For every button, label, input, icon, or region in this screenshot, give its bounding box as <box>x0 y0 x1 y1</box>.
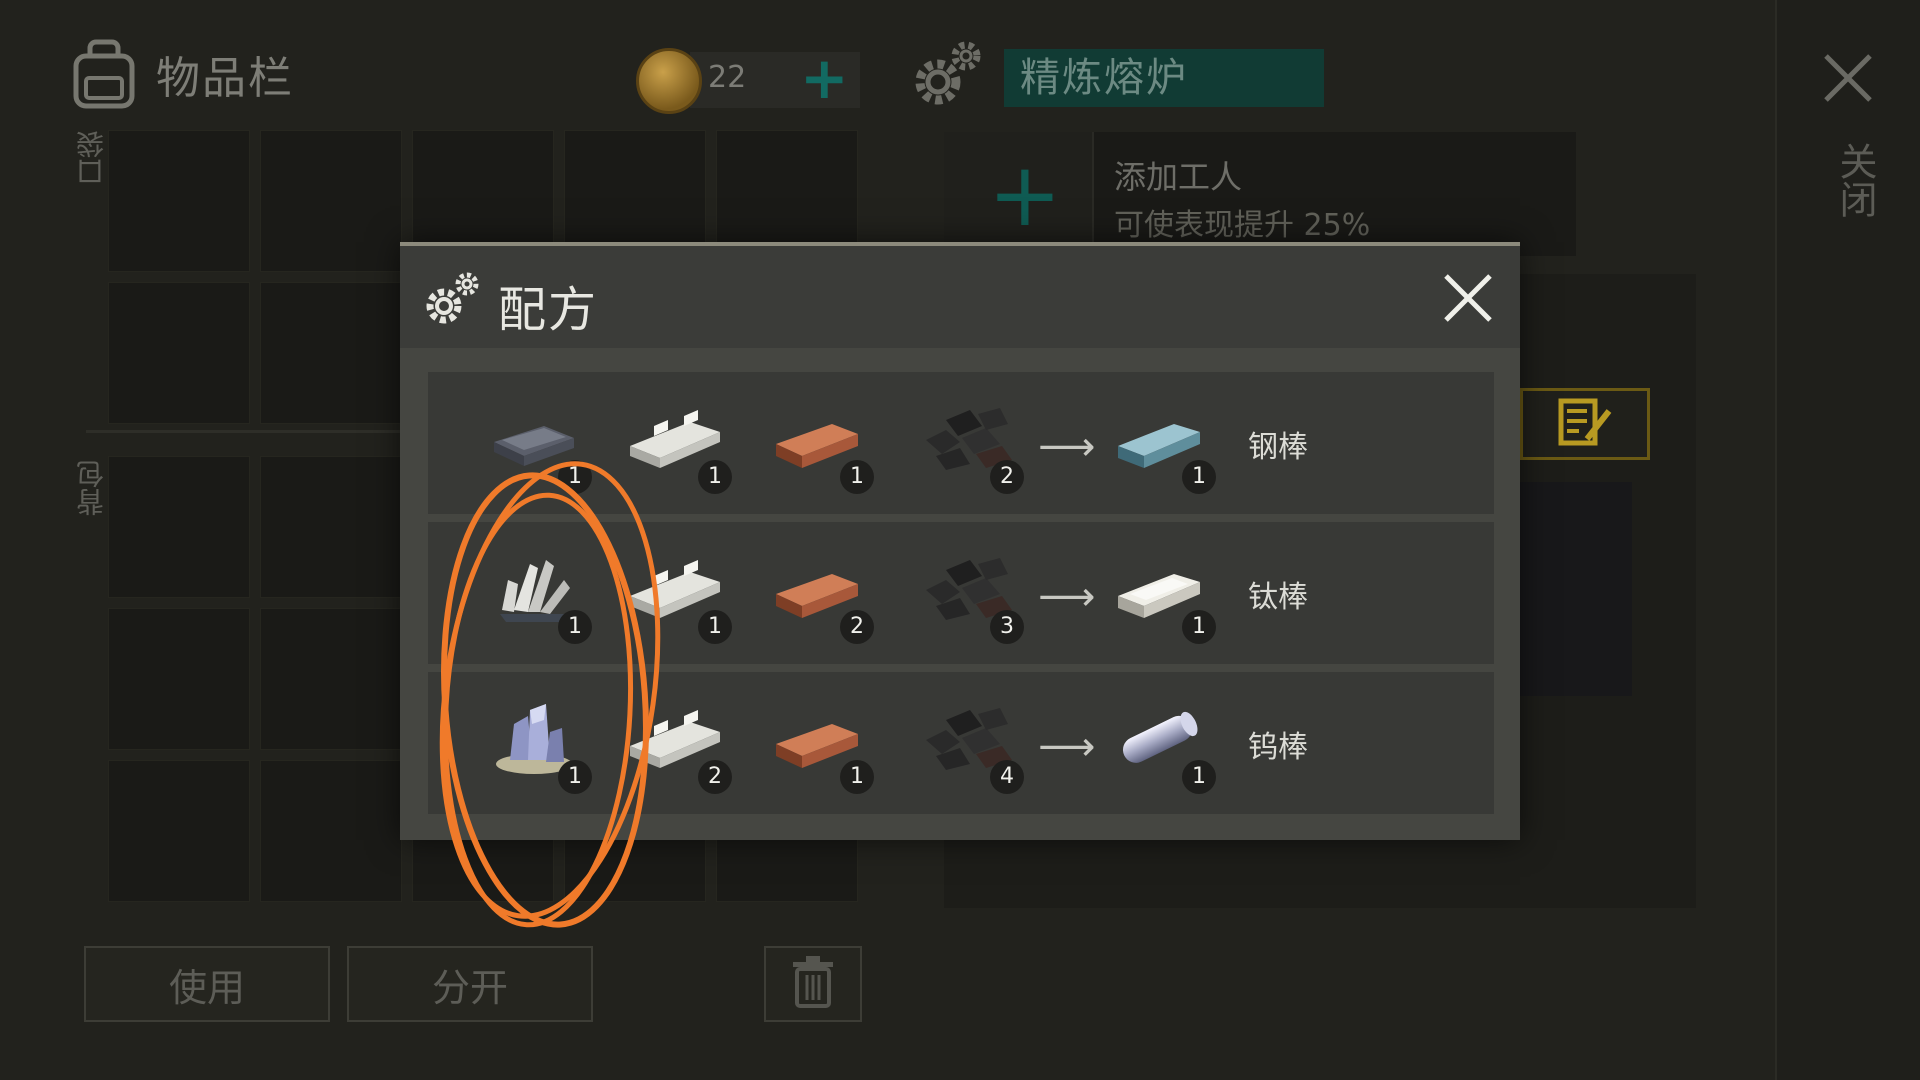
edit-note-icon <box>1557 397 1613 451</box>
delete-button[interactable] <box>764 946 862 1022</box>
copper-ingot-icon: 2 <box>766 540 876 644</box>
pocket-label: 口袋 <box>75 130 108 186</box>
inventory-slot[interactable] <box>260 456 402 598</box>
coal-icon: 4 <box>916 690 1026 794</box>
product-name: 钢棒 <box>1248 430 1308 465</box>
backpack-label: 背包 <box>75 460 108 516</box>
inventory-slot[interactable] <box>108 456 250 598</box>
station-name: 精炼熔炉 <box>1004 49 1324 107</box>
steel-bar-icon: 1 <box>1108 390 1218 494</box>
gears-icon <box>910 38 986 118</box>
copper-ingot-icon: 1 <box>766 690 876 794</box>
close-screen-button[interactable] <box>1820 50 1876 110</box>
close-icon <box>1824 54 1872 102</box>
recipe-modal: 配方 1 1 1 2 ⟶ 1 钢棒 1 1 2 3 ⟶ 1 钛棒 1 2 1 4… <box>400 242 1520 840</box>
arrow-icon: ⟶ <box>1038 574 1096 620</box>
iron-ingot-icon: 1 <box>484 390 594 494</box>
inventory-slot[interactable] <box>260 760 402 902</box>
recipe-row-steel-bar[interactable]: 1 1 1 2 ⟶ 1 钢棒 <box>428 372 1494 514</box>
coin-icon <box>636 48 702 114</box>
add-worker-title: 添加工人 <box>1114 158 1243 196</box>
modal-header: 配方 <box>400 246 1520 348</box>
backpack-icon <box>70 38 138 110</box>
coal-icon: 3 <box>916 540 1026 644</box>
modal-title: 配方 <box>498 282 599 338</box>
aluminum-bar-icon: 2 <box>624 690 734 794</box>
inventory-slot[interactable] <box>108 282 250 424</box>
add-coins-button[interactable]: + <box>800 48 849 108</box>
station-header: 精炼熔炉 <box>910 38 1324 118</box>
aluminum-bar-icon: 1 <box>624 390 734 494</box>
inventory-slot[interactable] <box>108 608 250 750</box>
inventory-title: 物品栏 <box>156 53 294 104</box>
copper-ingot-icon: 1 <box>766 390 876 494</box>
titanium-bar-icon: 1 <box>1108 540 1218 644</box>
inventory-slot[interactable] <box>108 760 250 902</box>
modal-close-button[interactable] <box>1442 272 1494 328</box>
recipe-row-titanium-bar[interactable]: 1 1 2 3 ⟶ 1 钛棒 <box>428 522 1494 664</box>
coal-icon: 2 <box>916 390 1026 494</box>
tungsten-ore-icon: 1 <box>484 690 594 794</box>
close-label: 关闭 <box>1833 142 1877 218</box>
tungsten-rod-icon: 1 <box>1108 690 1218 794</box>
use-button[interactable]: 使用 <box>84 946 330 1022</box>
inventory-header: 物品栏 <box>70 38 294 110</box>
recipe-edit-button[interactable] <box>1520 388 1650 460</box>
split-button[interactable]: 分开 <box>347 946 593 1022</box>
aluminum-bar-icon: 1 <box>624 540 734 644</box>
arrow-icon: ⟶ <box>1038 424 1096 470</box>
close-icon <box>1444 274 1492 322</box>
add-worker-description: 可使表现提升 25% <box>1114 208 1371 243</box>
plus-icon: + <box>988 143 1062 246</box>
trash-icon <box>791 956 835 1012</box>
coin-count: 22 <box>708 60 747 95</box>
titanium-ore-icon: 1 <box>484 540 594 644</box>
side-divider <box>1775 0 1777 1080</box>
station-slot-area <box>1520 482 1632 696</box>
inventory-slot[interactable] <box>260 282 402 424</box>
arrow-icon: ⟶ <box>1038 724 1096 770</box>
inventory-slot[interactable] <box>108 130 250 272</box>
recipe-row-tungsten-rod[interactable]: 1 2 1 4 ⟶ 1 钨棒 <box>428 672 1494 814</box>
product-name: 钛棒 <box>1248 580 1308 615</box>
gears-icon <box>422 270 482 334</box>
product-name: 钨棒 <box>1248 730 1308 765</box>
inventory-slot[interactable] <box>260 130 402 272</box>
inventory-slot[interactable] <box>260 608 402 750</box>
